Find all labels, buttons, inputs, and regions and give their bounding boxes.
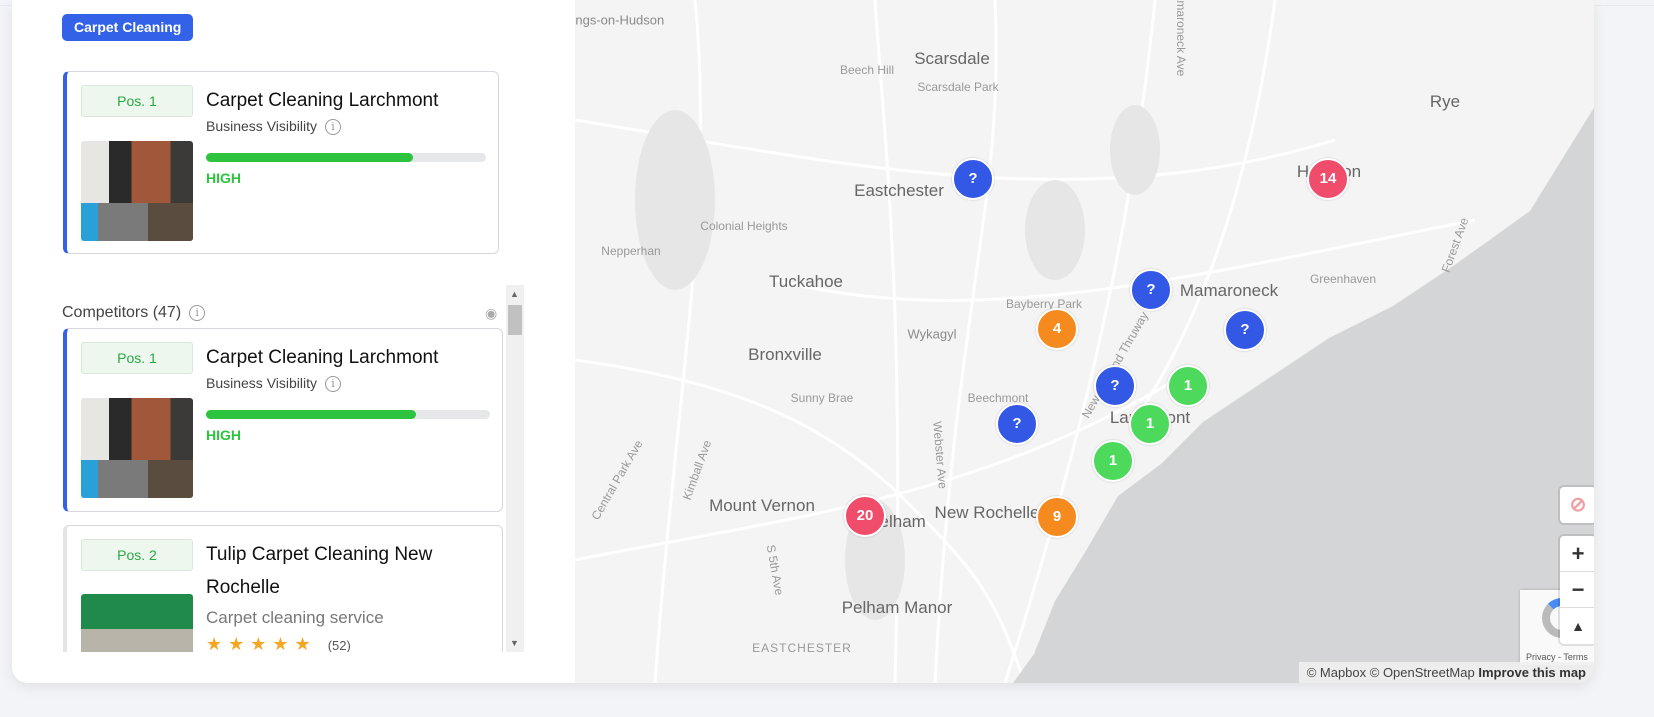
rank-marker[interactable]: ? <box>1224 309 1266 351</box>
map-label: New Rochelle <box>934 503 1040 522</box>
scroll-down-icon[interactable]: ▼ <box>510 638 519 648</box>
info-icon[interactable]: i <box>325 376 342 393</box>
competitor-card[interactable]: Pos. 2 Tulip Carpet Cleaning New Rochell… <box>63 525 503 652</box>
map-label: Rye <box>1429 92 1461 111</box>
business-name: Carpet Cleaning Larchmont <box>206 90 439 111</box>
map-label: Mamaroneck Ave <box>1174 0 1188 77</box>
attribution-text[interactable]: © Mapbox © OpenStreetMap <box>1307 665 1475 680</box>
my-business-card[interactable]: Pos. 1 Carpet Cleaning Larchmont Busines… <box>63 71 499 254</box>
visibility-bar-fill <box>206 410 417 419</box>
competitor-card[interactable]: Pos. 1 Carpet Cleaning Larchmont Busines… <box>63 328 503 512</box>
rank-marker[interactable]: 9 <box>1036 496 1078 538</box>
map-label: Bronxville <box>748 345 822 364</box>
rank-marker[interactable]: ? <box>1094 365 1136 407</box>
rank-marker[interactable]: ? <box>1130 269 1172 311</box>
rank-marker[interactable]: 1 <box>1167 365 1209 407</box>
info-icon[interactable]: i <box>325 119 342 136</box>
rating-stars: ★★★★★ (52) <box>206 634 351 652</box>
map-label: Bayberry Park <box>1005 297 1083 311</box>
map-label: EASTCHESTER <box>752 641 852 655</box>
business-photo <box>81 594 193 652</box>
map-label: Pelham Manor <box>841 598 953 617</box>
map-label: Beech Hill <box>839 63 895 77</box>
business-panel: Carpet Cleaning Pos. 1 Carpet Cleaning L… <box>12 0 575 683</box>
visibility-label-text: Business Visibility <box>206 375 318 391</box>
rank-marker[interactable]: ? <box>952 158 994 200</box>
scroll-up-icon[interactable]: ▲ <box>510 289 519 299</box>
compass-button[interactable]: ▲ <box>1560 608 1594 644</box>
business-name: Carpet Cleaning Larchmont <box>206 347 439 368</box>
map-label: Scarsdale Park <box>917 80 999 94</box>
geolocate-button[interactable]: ⊘ <box>1560 487 1594 523</box>
map[interactable]: Hastings-on-Hudson Scarsdale Beech Hill … <box>575 0 1594 683</box>
geolocate-disabled-icon: ⊘ <box>1569 494 1587 516</box>
position-badge: Pos. 1 <box>81 85 193 117</box>
rank-marker[interactable]: 1 <box>1092 440 1134 482</box>
map-label: Tuckahoe <box>768 272 844 291</box>
visibility-level: HIGH <box>206 427 241 443</box>
rank-marker[interactable]: 20 <box>844 495 886 537</box>
zoom-out-button[interactable]: − <box>1560 572 1594 608</box>
visibility-label: Business Visibility i <box>206 375 342 393</box>
map-label: Colonial Heights <box>700 219 788 233</box>
map-label: Sunny Brae <box>790 391 854 405</box>
map-label: Scarsdale <box>914 49 990 68</box>
map-label: Mount Vernon <box>709 496 815 515</box>
rank-marker[interactable]: 1 <box>1129 403 1171 445</box>
map-label: Mamaroneck <box>1179 281 1279 300</box>
competitors-list[interactable]: Pos. 1 Carpet Cleaning Larchmont Busines… <box>62 285 536 652</box>
visibility-label: Business Visibility i <box>206 118 342 136</box>
business-photo <box>81 141 193 241</box>
business-photo <box>81 398 193 498</box>
improve-map-link[interactable]: Improve this map <box>1478 665 1586 680</box>
visibility-bar <box>206 410 490 419</box>
map-attribution: © Mapbox © OpenStreetMap Improve this ma… <box>1298 662 1594 683</box>
visibility-level: HIGH <box>206 170 241 186</box>
visibility-label-text: Business Visibility <box>206 118 318 134</box>
map-label: Greenhaven <box>1309 272 1377 286</box>
map-label: Nepperhan <box>601 244 661 258</box>
map-label: Eastchester <box>854 181 944 200</box>
business-name: Tulip Carpet Cleaning New Rochelle <box>206 544 433 598</box>
rank-marker[interactable]: 14 <box>1307 158 1349 200</box>
map-label: Wykagyl <box>907 326 957 342</box>
business-category: Carpet cleaning service <box>206 608 384 627</box>
visibility-bar <box>206 153 486 162</box>
rank-marker[interactable]: 4 <box>1036 308 1078 350</box>
scrollbar-thumb[interactable] <box>508 305 522 335</box>
position-badge: Pos. 2 <box>81 539 193 571</box>
zoom-controls: + − ▲ <box>1560 536 1594 644</box>
recaptcha-links[interactable]: Privacy - Terms <box>1526 652 1588 662</box>
report-card: Carpet Cleaning Pos. 1 Carpet Cleaning L… <box>12 0 1594 683</box>
star-icons: ★★★★★ <box>206 634 317 652</box>
zoom-in-button[interactable]: + <box>1560 536 1594 572</box>
rank-marker[interactable]: ? <box>996 403 1038 445</box>
keyword-badge[interactable]: Carpet Cleaning <box>62 14 194 41</box>
position-badge: Pos. 1 <box>81 342 193 374</box>
map-label: Hastings-on-Hudson <box>575 12 665 28</box>
rating-count: (52) <box>327 638 351 652</box>
visibility-bar-fill <box>206 153 414 162</box>
scrollbar[interactable]: ▲ ▼ <box>506 285 524 652</box>
